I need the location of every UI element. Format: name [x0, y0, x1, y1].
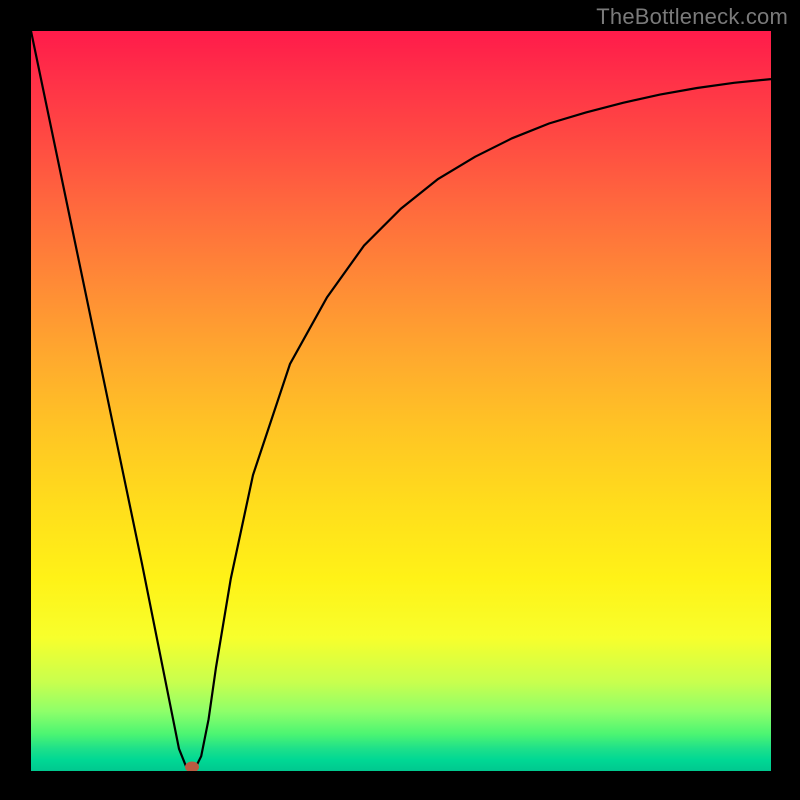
bottleneck-curve-path: [31, 31, 771, 771]
curve-layer: [31, 31, 771, 771]
optimum-marker: [185, 762, 199, 771]
plot-area: [31, 31, 771, 771]
chart-frame: TheBottleneck.com: [0, 0, 800, 800]
watermark-text: TheBottleneck.com: [596, 4, 788, 30]
